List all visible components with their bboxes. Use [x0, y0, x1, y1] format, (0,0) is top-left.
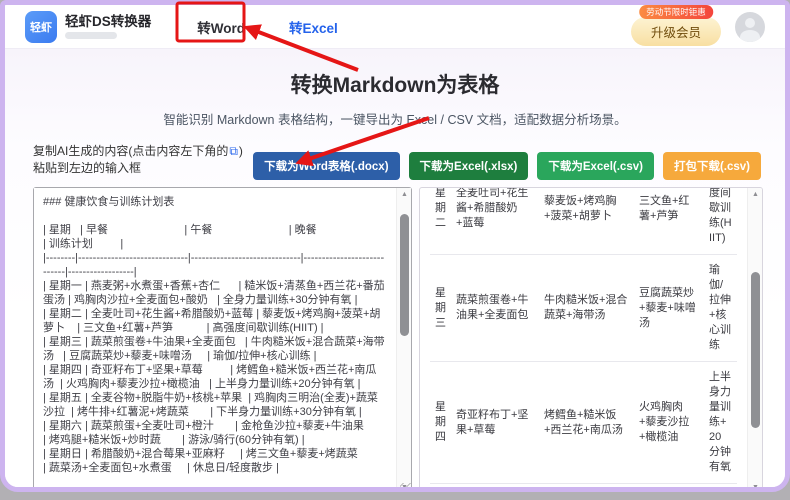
markdown-input[interactable]: ### 健康饮食与训练计划表 | 星期 | 早餐 | 午餐 | 晚餐 | 训练计… — [34, 188, 396, 487]
main-content: 转换Markdown为表格 智能识别 Markdown 表格结构，一键导出为 E… — [5, 49, 785, 487]
download-zip-button[interactable]: 打包下载(.csv) — [662, 152, 761, 180]
lunch-cell: 藜麦饭+烤鸡胸+菠菜+胡萝卜 — [539, 188, 634, 255]
page-title: 转换Markdown为表格 — [290, 74, 500, 97]
page-subtitle: 智能识别 Markdown 表格结构，一键导出为 Excel / CSV 文档，… — [163, 113, 627, 127]
table-row: 星期五 全麦谷物+脱脂牛奶+核桃+苹果 鸡胸肉三明治(全麦)+蔬菜沙拉 烤牛排+… — [430, 483, 737, 487]
scroll-up-icon[interactable]: ▲ — [397, 188, 412, 201]
training-cell: 下半身力量训练+30分钟有氧 — [704, 483, 737, 487]
scroll-down-icon[interactable]: ▼ — [748, 481, 762, 487]
day-cell: 星期四 — [430, 361, 451, 484]
editor-scrollbar[interactable]: ▲ ▼ — [396, 188, 412, 487]
preview-content: 星期二 全麦吐司+花生酱+希腊酸奶+蓝莓 藜麦饭+烤鸡胸+菠菜+胡萝卜 三文鱼+… — [430, 188, 737, 487]
meal-plan-table: 星期二 全麦吐司+花生酱+希腊酸奶+蓝莓 藜麦饭+烤鸡胸+菠菜+胡萝卜 三文鱼+… — [430, 188, 737, 487]
avatar-icon[interactable] — [735, 11, 765, 42]
day-cell: 星期五 — [430, 483, 451, 487]
preview-viewport: 星期二 全麦吐司+花生酱+希腊酸奶+蓝莓 藜麦饭+烤鸡胸+菠菜+胡萝卜 三文鱼+… — [420, 188, 747, 487]
app-window: 轻虾 轻虾DS转换器 转Word 转Excel 劳动节限时钜惠 升级会员 转换M… — [0, 0, 790, 492]
app-title: 轻虾DS转换器 — [65, 14, 152, 29]
preview-scrollbar[interactable]: ▲ ▼ — [747, 188, 762, 487]
panels: ### 健康饮食与训练计划表 | 星期 | 早餐 | 午餐 | 晚餐 | 训练计… — [33, 187, 763, 487]
scroll-up-icon[interactable]: ▲ — [748, 188, 762, 201]
dinner-cell: 三文鱼+红薯+芦笋 — [634, 188, 704, 255]
toolbar: 复制AI生成的内容(点击内容左下角的⧉) 粘贴到左边的输入框 下载为Word表格… — [33, 142, 761, 180]
breakfast-cell: 全麦谷物+脱脂牛奶+核桃+苹果 — [451, 483, 539, 487]
dinner-cell: 火鸡胸肉+藜麦沙拉+橄榄油 — [634, 361, 704, 484]
lunch-cell: 烤鳕鱼+糙米饭+西兰花+南瓜汤 — [539, 361, 634, 484]
markdown-editor-panel: ### 健康饮食与训练计划表 | 星期 | 早餐 | 午餐 | 晚餐 | 训练计… — [33, 187, 412, 487]
app-subtitle-redacted — [65, 32, 117, 39]
paste-hint: 复制AI生成的内容(点击内容左下角的⧉) 粘贴到左边的输入框 — [33, 142, 253, 180]
dinner-cell: 烤牛排+红薯泥+烤蔬菜 — [634, 483, 704, 487]
upgrade-area: 劳动节限时钜惠 升级会员 — [630, 5, 721, 46]
copy-icon: ⧉ — [229, 144, 238, 158]
resize-grip[interactable] — [400, 483, 411, 487]
brand: 轻虾DS转换器 — [65, 14, 151, 39]
training-cell: 上半身力量训练+20分钟有氧 — [704, 361, 737, 484]
nav-item-excel[interactable]: 转Excel — [289, 17, 338, 37]
promo-badge: 劳动节限时钜惠 — [639, 5, 713, 19]
upgrade-button[interactable]: 升级会员 — [630, 17, 721, 46]
preview-scrollbar-thumb[interactable] — [751, 272, 760, 428]
nav-item-word[interactable]: 转Word — [197, 17, 245, 37]
lunch-cell: 鸡胸肉三明治(全麦)+蔬菜沙拉 — [539, 483, 634, 487]
table-row: 星期四 奇亚籽布丁+坚果+草莓 烤鳕鱼+糙米饭+西兰花+南瓜汤 火鸡胸肉+藜麦沙… — [430, 361, 737, 484]
navbar: 轻虾 轻虾DS转换器 转Word 转Excel 劳动节限时钜惠 升级会员 — [5, 5, 785, 49]
training-cell: 瑜伽/拉伸+核心训练 — [704, 254, 737, 362]
editor-scrollbar-thumb[interactable] — [400, 214, 409, 336]
lunch-cell: 牛肉糙米饭+混合蔬菜+海带汤 — [539, 254, 634, 362]
day-cell: 星期三 — [430, 254, 451, 362]
download-xlsx-button[interactable]: 下载为Excel(.xlsx) — [408, 152, 529, 180]
paste-hint-text-before: 复制AI生成的内容(点击内容左下角的 — [33, 144, 229, 158]
download-csv-button[interactable]: 下载为Excel(.csv) — [537, 152, 654, 180]
breakfast-cell: 奇亚籽布丁+坚果+草莓 — [451, 361, 539, 484]
navbar-right: 劳动节限时钜惠 升级会员 — [630, 5, 765, 46]
breakfast-cell: 蔬菜煎蛋卷+牛油果+全麦面包 — [451, 254, 539, 362]
dinner-cell: 豆腐蔬菜炒+藜麦+味噌汤 — [634, 254, 704, 362]
nav-links: 转Word 转Excel — [197, 17, 338, 37]
training-cell: 高强度间歇训练(HIIT) — [704, 188, 737, 255]
table-row: 星期三 蔬菜煎蛋卷+牛油果+全麦面包 牛肉糙米饭+混合蔬菜+海带汤 豆腐蔬菜炒+… — [430, 254, 737, 362]
day-cell: 星期二 — [430, 188, 451, 255]
breakfast-cell: 全麦吐司+花生酱+希腊酸奶+蓝莓 — [451, 188, 539, 255]
app-logo[interactable]: 轻虾 — [25, 10, 57, 43]
download-word-button[interactable]: 下载为Word表格(.docx) — [253, 152, 400, 180]
table-row: 星期二 全麦吐司+花生酱+希腊酸奶+蓝莓 藜麦饭+烤鸡胸+菠菜+胡萝卜 三文鱼+… — [430, 188, 737, 255]
table-preview-panel: 星期二 全麦吐司+花生酱+希腊酸奶+蓝莓 藜麦饭+烤鸡胸+菠菜+胡萝卜 三文鱼+… — [419, 187, 763, 487]
download-buttons: 下载为Word表格(.docx) 下载为Excel(.xlsx) 下载为Exce… — [253, 152, 761, 180]
